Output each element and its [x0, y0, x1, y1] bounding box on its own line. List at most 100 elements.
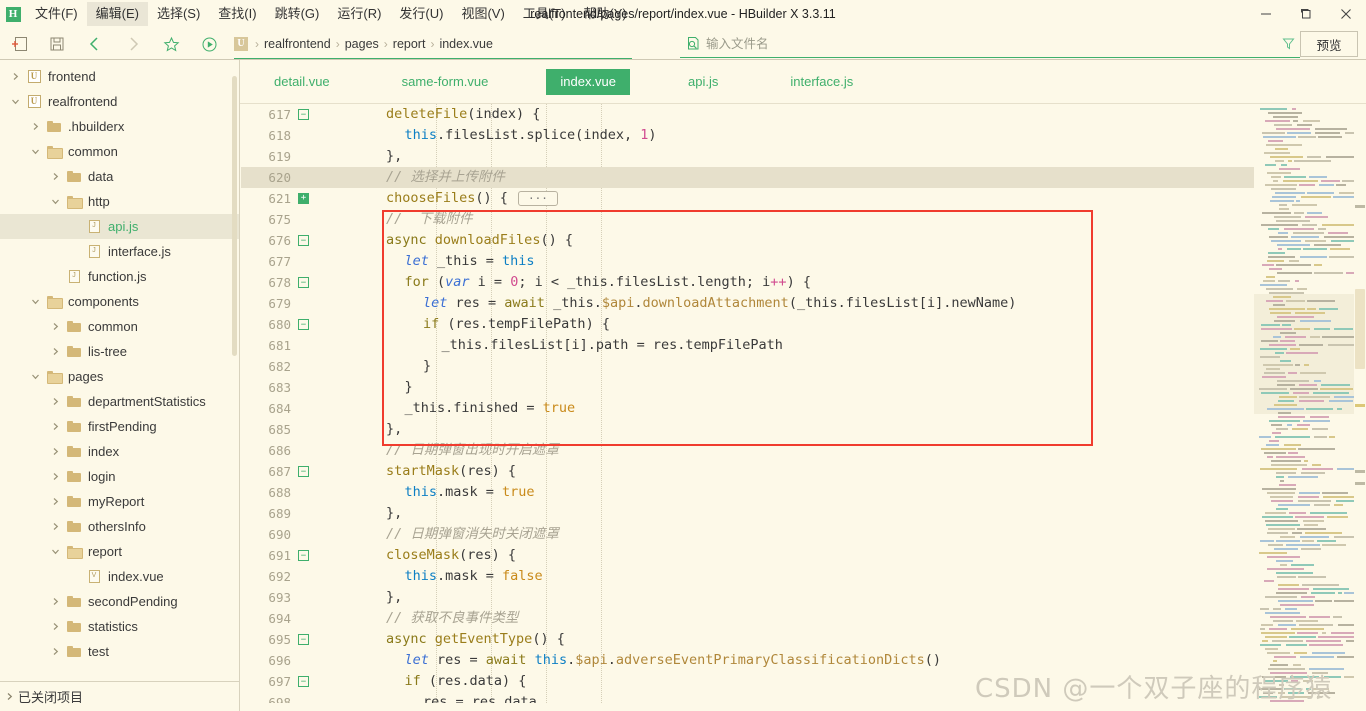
close-button[interactable] [1326, 0, 1366, 28]
tree-item-interface-js[interactable]: Jinterface.js [0, 239, 239, 264]
code-line[interactable]: 683} [241, 377, 1366, 398]
tree-item-http[interactable]: http [0, 189, 239, 214]
fold-collapse-icon[interactable]: − [298, 319, 309, 330]
new-file-icon[interactable] [0, 29, 38, 59]
forward-icon[interactable] [114, 29, 152, 59]
fold-collapse-icon[interactable]: − [298, 550, 309, 561]
fold-collapse-icon[interactable]: − [298, 634, 309, 645]
menu-item-2[interactable]: 选择(S) [148, 2, 209, 26]
fold-expand-icon[interactable]: + [298, 193, 309, 204]
chevron-down-icon[interactable] [6, 97, 24, 106]
maximize-button[interactable] [1286, 0, 1326, 28]
tab-same-form-vue[interactable]: same-form.vue [388, 69, 503, 95]
editor-tab-bar[interactable]: detail.vue same-form.vue index.vue api.js in… [240, 60, 1366, 104]
tree-item-report[interactable]: report [0, 539, 239, 564]
chevron-right-icon[interactable] [46, 597, 64, 606]
chevron-right-icon[interactable] [6, 72, 24, 81]
code-line[interactable]: 678− for (var i = 0; i < _this.filesList.… [241, 272, 1366, 293]
minimize-button[interactable] [1246, 0, 1286, 28]
file-tree[interactable]: Ufrontend Urealfrontend .hbuilderx common da… [0, 60, 239, 664]
tree-item-firstpending[interactable]: firstPending [0, 414, 239, 439]
chevron-right-icon[interactable] [46, 347, 64, 356]
tab-index-vue[interactable]: index.vue [546, 68, 631, 95]
save-icon[interactable] [38, 29, 76, 59]
tree-item-common[interactable]: common [0, 314, 239, 339]
code-line[interactable]: 685}, [241, 419, 1366, 440]
code-line[interactable]: 676− async downloadFiles() { [241, 230, 1366, 251]
preview-button[interactable]: 预览 [1300, 31, 1358, 57]
chevron-right-icon[interactable] [46, 622, 64, 631]
tree-item-departmentstatistics[interactable]: departmentStatistics [0, 389, 239, 414]
tab-api-js[interactable]: api.js [674, 69, 732, 95]
code-line[interactable]: 693}, [241, 587, 1366, 608]
fold-collapse-icon[interactable]: − [298, 676, 309, 687]
tab-interface-js[interactable]: interface.js [776, 69, 867, 95]
chevron-right-icon[interactable] [46, 522, 64, 531]
chevron-down-icon[interactable] [46, 197, 64, 206]
breadcrumb-item-1[interactable]: pages [345, 37, 379, 51]
chevron-down-icon[interactable] [26, 372, 44, 381]
code-line[interactable]: 690 // 日期弹窗消失时关闭遮罩 [241, 524, 1366, 545]
tree-item-index-vue[interactable]: Vindex.vue [0, 564, 239, 589]
menu-item-4[interactable]: 跳转(G) [266, 2, 329, 26]
tree-item-data[interactable]: data [0, 164, 239, 189]
chevron-right-icon[interactable] [46, 397, 64, 406]
fold-collapse-icon[interactable]: − [298, 277, 309, 288]
chevron-down-icon[interactable] [46, 547, 64, 556]
menu-item-9[interactable]: 帮助(Y) [574, 2, 635, 26]
breadcrumb[interactable]: U › realfrontend › pages › report › inde… [234, 29, 632, 59]
fold-collapse-icon[interactable]: − [298, 466, 309, 477]
fold-collapse-icon[interactable]: − [298, 235, 309, 246]
tree-item--hbuilderx[interactable]: .hbuilderx [0, 114, 239, 139]
code-line[interactable]: 680− if (res.tempFilePath) { [241, 314, 1366, 335]
code-line[interactable]: 695− async getEventType() { [241, 629, 1366, 650]
code-line[interactable]: 679 let res = await _this.$api.downloadAt… [241, 293, 1366, 314]
chevron-right-icon[interactable] [26, 122, 44, 131]
tree-item-myreport[interactable]: myReport [0, 489, 239, 514]
tree-item-pages[interactable]: pages [0, 364, 239, 389]
chevron-down-icon[interactable] [26, 147, 44, 156]
code-line[interactable]: 691− closeMask(res) { [241, 545, 1366, 566]
search-input[interactable] [706, 36, 1276, 51]
run-icon[interactable] [190, 29, 228, 59]
code-line[interactable]: 617− deleteFile(index) { [241, 104, 1366, 125]
menu-item-0[interactable]: 文件(F) [26, 2, 87, 26]
tree-item-othersinfo[interactable]: othersInfo [0, 514, 239, 539]
tree-item-api-js[interactable]: Japi.js [0, 214, 239, 239]
code-line[interactable]: 697− if (res.data) { [241, 671, 1366, 692]
breadcrumb-item-2[interactable]: report [393, 37, 426, 51]
filename-search-bar[interactable] [680, 30, 1300, 58]
star-icon[interactable] [152, 29, 190, 59]
tree-item-lis-tree[interactable]: lis-tree [0, 339, 239, 364]
chevron-right-icon[interactable] [46, 497, 64, 506]
code-line[interactable]: 694 // 获取不良事件类型 [241, 608, 1366, 629]
chevron-down-icon[interactable] [26, 297, 44, 306]
folded-code-ellipsis[interactable]: ··· [518, 190, 558, 206]
tree-item-secondpending[interactable]: secondPending [0, 589, 239, 614]
code-line[interactable]: 675 // 下载附件 [241, 209, 1366, 230]
menu-item-1[interactable]: 编辑(E) [86, 2, 148, 26]
scrollbar-thumb[interactable] [1355, 289, 1365, 369]
tree-item-login[interactable]: login [0, 464, 239, 489]
tree-item-test[interactable]: test [0, 639, 239, 664]
code-line[interactable]: 684 _this.finished = true [241, 398, 1366, 419]
breadcrumb-item-3[interactable]: index.vue [439, 37, 493, 51]
code-minimap[interactable] [1254, 104, 1354, 711]
chevron-right-icon[interactable] [46, 447, 64, 456]
tree-item-statistics[interactable]: statistics [0, 614, 239, 639]
code-line[interactable]: 692 this.mask = false [241, 566, 1366, 587]
tree-item-index[interactable]: index [0, 439, 239, 464]
fold-collapse-icon[interactable]: − [298, 109, 309, 120]
chevron-right-icon[interactable] [46, 647, 64, 656]
code-lines[interactable]: 617− deleteFile(index) {618 this.filesList… [241, 104, 1366, 711]
code-line[interactable]: 696 let res = await this.$api.adverseEven… [241, 650, 1366, 671]
menu-item-6[interactable]: 发行(U) [390, 2, 452, 26]
project-explorer-sidebar[interactable]: Ufrontend Urealfrontend .hbuilderx common da… [0, 60, 240, 711]
closed-projects-row[interactable]: 已关闭项目 [0, 681, 239, 711]
tree-item-function-js[interactable]: Jfunction.js [0, 264, 239, 289]
code-line[interactable]: 681 _this.filesList[i].path = res.tempFil… [241, 335, 1366, 356]
filter-icon[interactable] [1276, 37, 1300, 50]
tree-item-frontend[interactable]: Ufrontend [0, 64, 239, 89]
tab-detail-vue[interactable]: detail.vue [260, 69, 344, 95]
menu-item-3[interactable]: 查找(I) [209, 2, 265, 26]
